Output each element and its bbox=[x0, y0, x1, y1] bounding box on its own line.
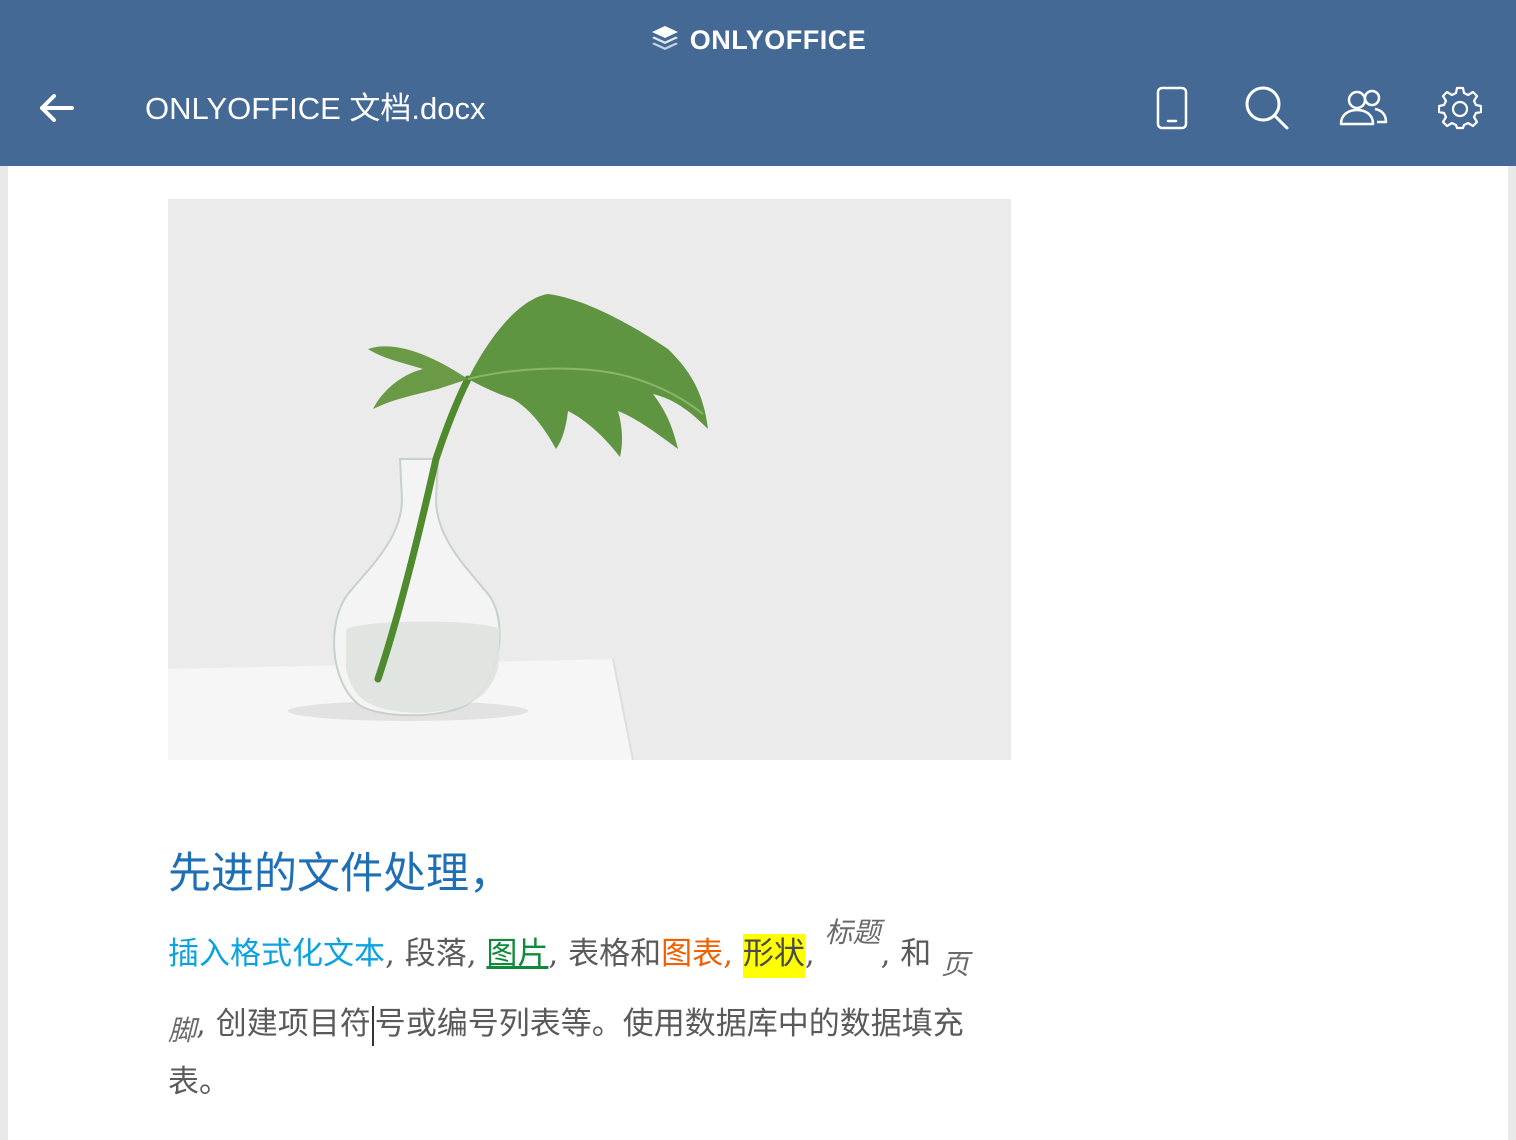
search-button[interactable] bbox=[1235, 78, 1299, 142]
formatted-text-segment: 插入格式化文本 bbox=[168, 936, 385, 972]
top-toolbar: ONLYOFFICE ONLYOFFICE 文档.docx bbox=[0, 0, 1516, 166]
plant-in-vase-image bbox=[168, 199, 1011, 760]
smartphone-icon bbox=[1155, 86, 1189, 134]
text-segment: , 表格和 bbox=[548, 936, 662, 972]
arrow-left-icon bbox=[36, 88, 76, 132]
users-icon bbox=[1337, 88, 1389, 132]
brand-name: ONLYOFFICE bbox=[689, 24, 867, 55]
text-segment: , 段落, bbox=[385, 936, 487, 972]
paragraph-line-2: 脚, 创建项目符 号或编号列表等。使用数据库中的数据填充 bbox=[168, 992, 964, 1057]
section-heading: 先进的文件处理， bbox=[168, 849, 512, 899]
collaboration-button[interactable] bbox=[1331, 78, 1395, 142]
back-button[interactable] bbox=[24, 78, 88, 142]
gear-icon bbox=[1437, 86, 1483, 134]
mobile-view-button[interactable] bbox=[1140, 78, 1204, 142]
navigation-row: ONLYOFFICE 文档.docx bbox=[0, 72, 1516, 148]
chart-text-segment: 图表, bbox=[661, 936, 743, 972]
superscript-text-segment: 标题 bbox=[824, 916, 881, 949]
highlighted-text-segment: 形状 bbox=[742, 934, 805, 978]
image-link-segment[interactable]: 图片 bbox=[486, 936, 548, 972]
onlyoffice-logo-icon bbox=[650, 23, 680, 57]
text-segment: 号或编号列表等。使用数据库中的数据填充 bbox=[374, 1006, 964, 1042]
document-title: ONLYOFFICE 文档.docx bbox=[145, 91, 486, 126]
paragraph-line-3: 表。 bbox=[168, 1050, 230, 1114]
text-segment: , 和 bbox=[880, 936, 942, 972]
brand-bar: ONLYOFFICE bbox=[0, 20, 1516, 60]
settings-button[interactable] bbox=[1428, 78, 1492, 142]
subscript-text-segment: 页 bbox=[941, 948, 970, 981]
document-page[interactable]: 先进的文件处理， 插入格式化文本, 段落, 图片, 表格和图表, 形状, 标题,… bbox=[8, 166, 1508, 1140]
document-image[interactable] bbox=[168, 199, 1011, 760]
text-segment: 表。 bbox=[168, 1064, 230, 1100]
text-segment: , bbox=[804, 936, 825, 972]
text-cursor bbox=[371, 1005, 374, 1046]
search-icon bbox=[1243, 84, 1291, 136]
subscript-text-segment: 脚 bbox=[168, 1014, 197, 1047]
document-editor-app: ONLYOFFICE ONLYOFFICE 文档.docx 先进的文件处理， 插… bbox=[0, 0, 1516, 1140]
text-segment: , 创建项目符 bbox=[196, 1006, 371, 1042]
paragraph-line-1: 插入格式化文本, 段落, 图片, 表格和图表, 形状, 标题, 和 页 bbox=[168, 916, 970, 987]
